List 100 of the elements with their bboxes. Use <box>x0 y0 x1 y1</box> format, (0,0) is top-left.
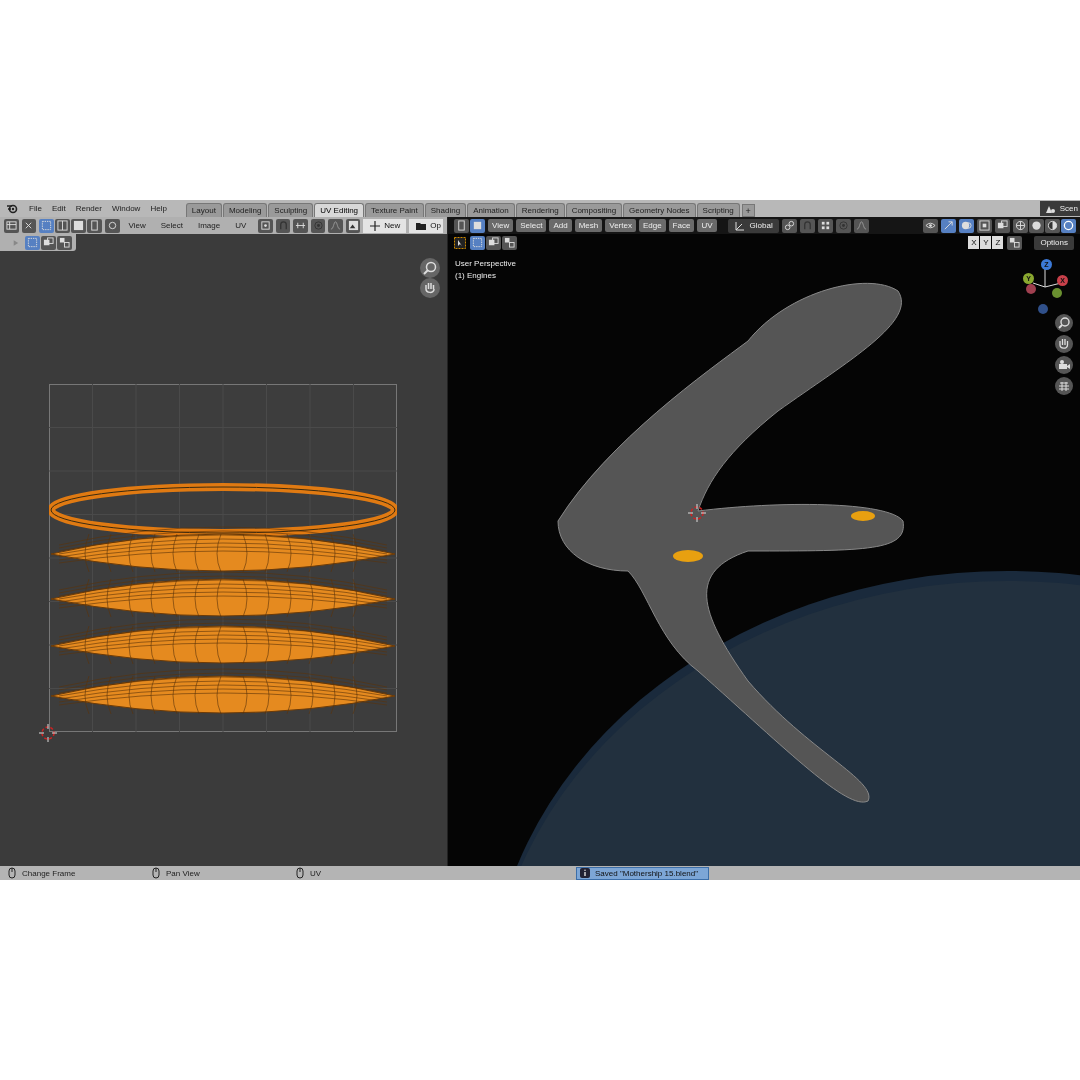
pivot-button[interactable] <box>258 218 273 233</box>
workspace-tab[interactable]: UV Editing <box>314 203 365 217</box>
xray-toggle-button[interactable] <box>995 218 1010 233</box>
pivot-icon <box>260 220 272 231</box>
hint-label: UV <box>310 868 322 878</box>
menu-item[interactable]: Select <box>516 219 547 232</box>
axis-toggle[interactable]: Y <box>980 236 992 249</box>
zoom-icon[interactable] <box>420 258 440 278</box>
selection-mode-icon <box>488 237 499 248</box>
cursor-icon[interactable] <box>39 724 57 742</box>
snap-button[interactable] <box>275 218 291 233</box>
workspace-tab[interactable]: Geometry Nodes <box>623 203 696 217</box>
axis-toggle[interactable]: Z <box>992 236 1004 249</box>
pivot-link-button[interactable] <box>781 218 797 233</box>
overlays-button[interactable] <box>959 218 974 233</box>
xray-button[interactable] <box>454 218 469 233</box>
view-name: User Perspective <box>455 259 516 268</box>
menu-item[interactable]: File <box>24 201 47 216</box>
orientation-dropdown[interactable]: Global <box>727 218 779 233</box>
camera-icon[interactable] <box>1055 356 1073 374</box>
mirror-button[interactable] <box>1007 235 1023 250</box>
proportional-edit-icon <box>312 220 324 231</box>
select-tool-icon[interactable] <box>454 236 466 249</box>
sync-selection-button[interactable] <box>21 218 36 233</box>
workspace-tab[interactable]: Rendering <box>515 203 565 217</box>
new-image-button[interactable]: New <box>363 218 407 233</box>
menu-item[interactable]: Edit <box>46 201 71 216</box>
axis-toggle[interactable]: X <box>968 236 980 249</box>
workspace-tab[interactable]: Animation <box>467 203 515 217</box>
hand-icon[interactable] <box>420 278 440 298</box>
proportional-edit-icon <box>837 220 849 231</box>
editor-type-button[interactable] <box>4 218 19 233</box>
shading-mode-button[interactable] <box>1013 218 1028 233</box>
shading-mode-button[interactable] <box>1061 218 1076 233</box>
scene-selector[interactable]: Scen <box>1039 201 1080 216</box>
open-image-button[interactable]: Op <box>409 218 443 233</box>
grid-icon[interactable] <box>1055 377 1073 395</box>
menu-item[interactable]: Face <box>668 219 695 232</box>
hand-icon[interactable] <box>1055 335 1073 353</box>
selection-mode-icon <box>43 237 54 248</box>
menu-item[interactable]: Image <box>191 221 227 230</box>
cursor-icon[interactable] <box>688 504 706 522</box>
shading-mode-icon <box>1047 220 1058 231</box>
menu-item[interactable]: Mesh <box>574 219 603 232</box>
shading-mode-icon <box>1063 220 1074 231</box>
options-dropdown[interactable]: Options <box>1034 235 1074 250</box>
snap-target-button[interactable] <box>817 218 833 233</box>
visibility-button[interactable] <box>923 218 938 233</box>
menu-item[interactable]: View <box>122 221 152 230</box>
workspace-tab[interactable]: Modeling <box>222 203 268 217</box>
mesh-overlays-button[interactable] <box>977 218 992 233</box>
menu-item[interactable]: Help <box>145 201 172 216</box>
editor-type-icon <box>5 220 17 231</box>
selection-mode-button[interactable] <box>486 235 501 250</box>
select-mode-icon <box>41 220 52 231</box>
shading-mode-icon <box>1031 220 1042 231</box>
snap-icon <box>277 220 289 231</box>
selection-mode-button[interactable] <box>502 235 517 250</box>
overlay-toggle-button[interactable] <box>470 218 485 233</box>
menu-item[interactable]: UV <box>697 219 717 232</box>
workspace-tab[interactable]: Compositing <box>565 203 623 217</box>
sticky-selection-button[interactable] <box>105 218 120 233</box>
snap-icon <box>801 220 813 231</box>
menu-item[interactable]: UV <box>229 221 253 230</box>
info-icon <box>579 867 591 879</box>
selection-mode-button[interactable] <box>470 235 485 250</box>
menu-item[interactable]: View <box>488 219 514 232</box>
select-mode-button[interactable] <box>55 218 70 233</box>
menu-item[interactable]: Edge <box>638 219 666 232</box>
select-mode-button[interactable] <box>71 218 86 233</box>
menu-item[interactable]: Select <box>154 221 189 230</box>
menu-item[interactable]: Vertex <box>605 219 636 232</box>
select-mode-button[interactable] <box>87 218 102 233</box>
selection-mode-icon <box>59 237 70 248</box>
zoom-icon[interactable] <box>1055 314 1073 332</box>
workspace-tab[interactable]: Texture Paint <box>365 203 424 217</box>
falloff-button[interactable] <box>853 218 869 233</box>
sticky-selection-icon <box>106 220 118 231</box>
add-tab-button[interactable]: + <box>741 204 755 217</box>
select-mode-icon <box>89 220 100 231</box>
proportional-edit-button[interactable] <box>310 218 326 233</box>
menu-item[interactable]: Window <box>106 201 146 216</box>
shading-mode-button[interactable] <box>1045 218 1060 233</box>
xray-icon <box>456 220 467 231</box>
status-report: Saved "Mothership 15.blend" <box>576 866 710 880</box>
workspace-tab[interactable]: Sculpting <box>268 203 314 217</box>
workspace-tab[interactable]: Shading <box>424 203 467 217</box>
shading-mode-button[interactable] <box>1029 218 1044 233</box>
mesh-overlays-icon <box>979 220 990 231</box>
hint-label: Pan View <box>166 868 200 878</box>
menu-item[interactable]: Add <box>549 219 572 232</box>
workspace-tab[interactable]: Scripting <box>696 203 740 217</box>
mirror-icon <box>1009 237 1021 248</box>
image-browse-button[interactable] <box>345 218 361 233</box>
axes-icon <box>733 219 746 232</box>
workspace-tab[interactable]: Layout <box>185 203 222 217</box>
menu-item[interactable]: Render <box>70 201 107 216</box>
gizmo-toggle-button[interactable] <box>941 218 956 233</box>
falloff-button[interactable] <box>328 218 343 233</box>
app-logo-icon[interactable] <box>6 202 18 214</box>
